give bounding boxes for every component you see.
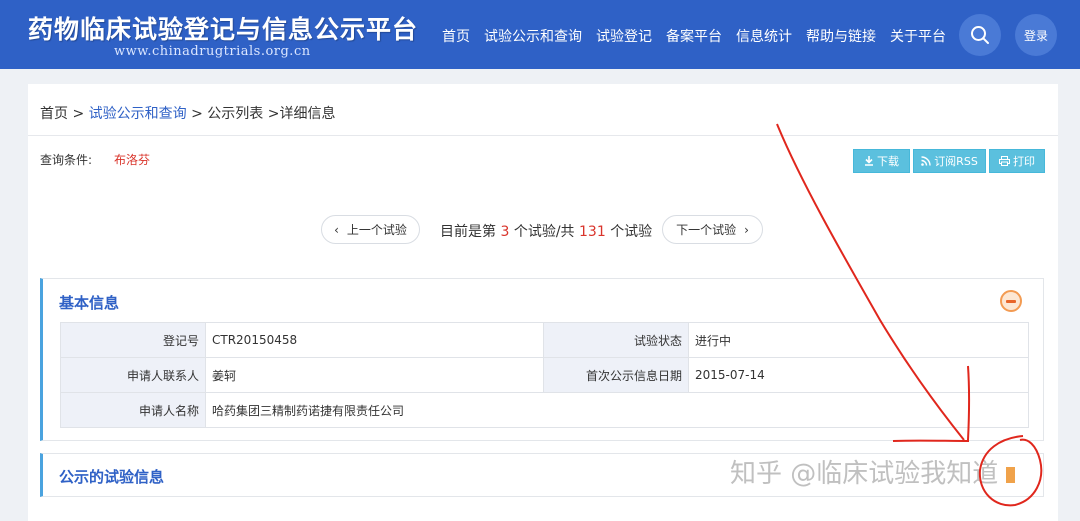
breadcrumb-sep: >	[191, 106, 203, 122]
breadcrumb-sep: >	[72, 106, 85, 122]
site-logo[interactable]: 药物临床试验登记与信息公示平台 www.chinadrugtrials.org.…	[28, 10, 418, 59]
rss-button[interactable]: 订阅RSS	[913, 149, 986, 173]
contact-value: 姜轲	[205, 357, 544, 393]
download-label: 下载	[877, 155, 899, 168]
breadcrumb-home[interactable]: 首页	[40, 106, 68, 122]
pager-suffix: 个试验	[610, 224, 653, 240]
nav-filing-platform[interactable]: 备案平台	[666, 26, 722, 46]
breadcrumb-sep: >	[267, 106, 280, 122]
first-publish-date-value: 2015-07-14	[688, 357, 1029, 393]
next-trial-button[interactable]: 下一个试验 ›	[662, 215, 763, 244]
expand-indicator	[1006, 467, 1015, 483]
login-button[interactable]: 登录	[1015, 14, 1057, 56]
site-title: 药物临床试验登记与信息公示平台	[28, 15, 419, 44]
print-icon	[999, 156, 1010, 166]
main-nav: 首页 试验公示和查询 试验登记 备案平台 信息统计 帮助与链接 关于平台	[442, 26, 960, 46]
chevron-right-icon: ›	[744, 222, 749, 237]
next-trial-label: 下一个试验	[676, 223, 737, 237]
table-row: 登记号 CTR20150458 试验状态 进行中	[60, 322, 1029, 358]
minus-icon	[1006, 299, 1016, 303]
status-value: 进行中	[688, 322, 1029, 358]
chevron-left-icon: ‹	[334, 222, 339, 237]
basic-info-card: 基本信息 登记号 CTR20150458 试验状态 进行中 申请人联系人 姜轲 …	[40, 278, 1044, 441]
trial-pager: ‹ 上一个试验 目前是第 3 个试验/共 131 个试验 下一个试验 ›	[28, 215, 1058, 245]
table-row: 申请人名称 哈药集团三精制药诺捷有限责任公司	[60, 392, 1029, 428]
top-header: 药物临床试验登记与信息公示平台 www.chinadrugtrials.org.…	[0, 0, 1080, 69]
query-value: 布洛芬	[114, 153, 151, 167]
breadcrumb-query[interactable]: 试验公示和查询	[89, 106, 187, 122]
applicant-name-value: 哈药集团三精制药诺捷有限责任公司	[205, 392, 1029, 428]
prev-trial-button[interactable]: ‹ 上一个试验	[321, 215, 420, 244]
table-row: 申请人联系人 姜轲 首次公示信息日期 2015-07-14	[60, 357, 1029, 393]
pager-middle: 个试验/共	[513, 224, 575, 240]
query-condition: 查询条件: 布洛芬	[40, 151, 150, 168]
search-button[interactable]	[959, 14, 1001, 56]
first-publish-date-label: 首次公示信息日期	[543, 357, 689, 393]
site-url: www.chinadrugtrials.org.cn	[114, 44, 311, 59]
prev-trial-label: 上一个试验	[346, 223, 407, 237]
divider	[28, 135, 1058, 136]
toolbar: 下载 订阅RSS 打印	[853, 149, 1045, 173]
nav-trial-register[interactable]: 试验登记	[596, 26, 652, 46]
rss-label: 订阅RSS	[934, 155, 978, 168]
nav-about[interactable]: 关于平台	[890, 26, 946, 46]
nav-trial-query[interactable]: 试验公示和查询	[484, 26, 582, 46]
reg-no-label: 登记号	[60, 322, 206, 358]
breadcrumb-detail: 详细信息	[279, 106, 336, 122]
basic-info-table: 登记号 CTR20150458 试验状态 进行中 申请人联系人 姜轲 首次公示信…	[60, 322, 1029, 428]
rss-icon	[921, 156, 931, 166]
basic-info-title: 基本信息	[59, 294, 120, 312]
collapse-button[interactable]	[1000, 290, 1022, 312]
breadcrumb: 首页 > 试验公示和查询 > 公示列表 >详细信息	[40, 103, 335, 123]
breadcrumb-list[interactable]: 公示列表	[207, 106, 263, 122]
print-label: 打印	[1013, 155, 1035, 168]
watermark-text: 知乎 @临床试验我知道	[730, 459, 999, 489]
search-icon	[971, 26, 989, 44]
pager-total: 131	[579, 224, 606, 240]
nav-statistics[interactable]: 信息统计	[736, 26, 792, 46]
query-label: 查询条件:	[40, 153, 93, 167]
pager-status: 目前是第 3 个试验/共 131 个试验	[440, 221, 652, 241]
applicant-name-label: 申请人名称	[60, 392, 206, 428]
print-button[interactable]: 打印	[989, 149, 1045, 173]
pager-prefix: 目前是第	[440, 224, 496, 240]
trial-info-title: 公示的试验信息	[59, 468, 165, 486]
pager-current: 3	[500, 224, 510, 240]
contact-label: 申请人联系人	[60, 357, 206, 393]
reg-no-value: CTR20150458	[205, 322, 544, 358]
download-button[interactable]: 下载	[853, 149, 910, 173]
nav-home[interactable]: 首页	[442, 26, 470, 46]
download-icon	[865, 156, 873, 166]
status-label: 试验状态	[543, 322, 689, 358]
nav-help-links[interactable]: 帮助与链接	[806, 26, 876, 46]
